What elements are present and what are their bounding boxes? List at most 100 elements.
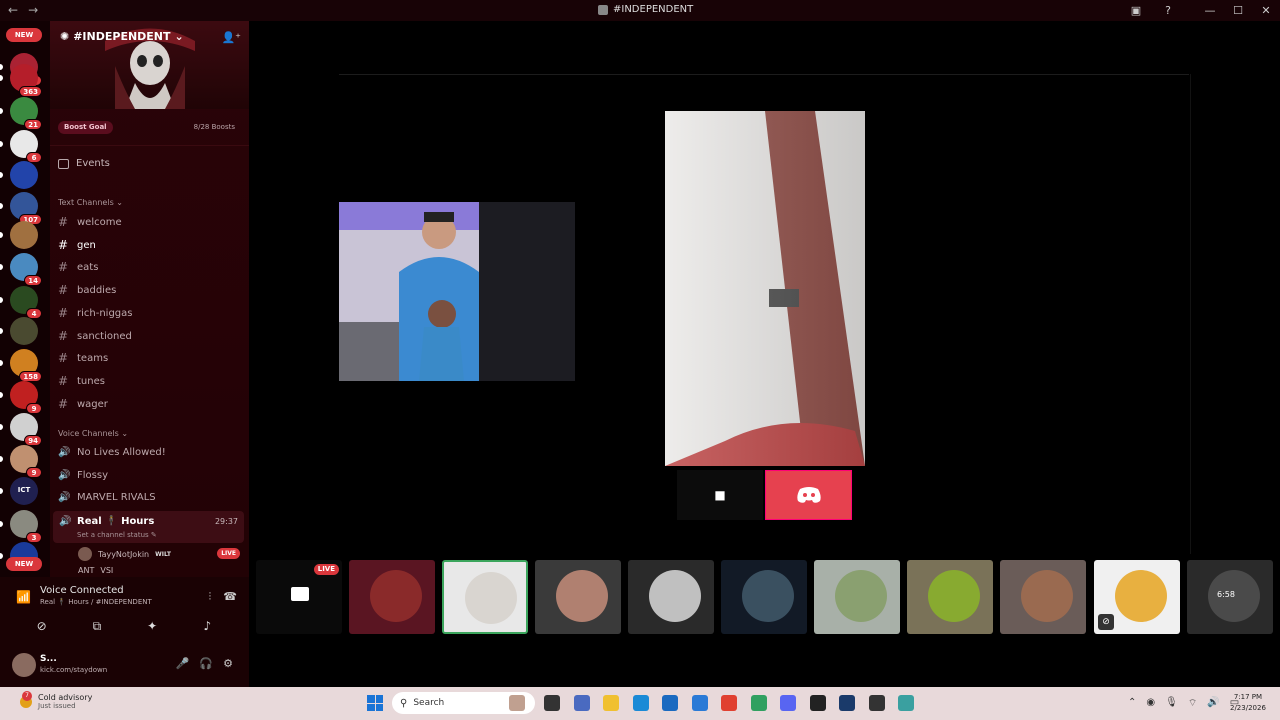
soundboard-button[interactable]: ♪ (187, 615, 227, 637)
server-icon[interactable]: 9 (10, 381, 42, 414)
participant-tile[interactable] (814, 560, 900, 634)
camera-off-button[interactable]: ⊘ (22, 615, 62, 637)
channel-item-tunes[interactable]: # tunes (58, 371, 242, 391)
member-tag: WILT (155, 550, 171, 558)
events-item[interactable]: Events (58, 158, 110, 169)
channel-item-wager[interactable]: # wager (58, 394, 242, 414)
settings-gear-icon[interactable]: ⚙ (223, 657, 233, 670)
voice-channel-item[interactable]: 🔊 Flossy (58, 465, 242, 485)
channel-item-gen[interactable]: # gen (58, 235, 242, 255)
edge-icon[interactable] (633, 695, 649, 711)
outlook-icon[interactable] (692, 695, 708, 711)
invite-people-icon[interactable]: 👤⁺ (221, 31, 241, 44)
discord-logo-button[interactable] (765, 470, 852, 520)
chevron-up-icon[interactable]: ⌃ (1128, 697, 1136, 710)
app-icon[interactable] (810, 695, 826, 711)
voice-member[interactable]: ANT VSI (78, 566, 113, 575)
wifi-icon[interactable]: ⌔ (1188, 697, 1197, 710)
windows-start-icon[interactable] (367, 695, 383, 711)
user-name: S... (40, 654, 57, 664)
activities-button[interactable]: ✦ (132, 615, 172, 637)
live-badge: LIVE (313, 564, 339, 575)
server-icon[interactable]: 158 (10, 349, 42, 382)
volume-icon[interactable]: 🔊 (1207, 697, 1219, 710)
chevron-down-icon: ⌄ (174, 30, 184, 43)
chrome-icon[interactable] (721, 695, 737, 711)
voice-connected-sub[interactable]: Real 🕴 Hours / #INDEPENDENT (40, 598, 152, 606)
record-icon[interactable]: ◉ (1146, 697, 1155, 710)
video-tile-main[interactable] (339, 202, 575, 381)
participant-tile[interactable]: ⊘ (1094, 560, 1180, 634)
maximize-button[interactable]: ☐ (1224, 0, 1252, 21)
close-button[interactable]: ✕ (1252, 0, 1280, 21)
server-icon[interactable]: 107 (10, 192, 42, 225)
screen-share-button[interactable]: ⧉ (77, 615, 117, 637)
notepad-icon[interactable] (898, 695, 914, 711)
participant-tile[interactable] (721, 560, 807, 634)
clock[interactable]: 7:17 PM 2/23/2026 (1230, 692, 1266, 714)
server-icon[interactable]: 4 (10, 286, 42, 319)
channel-status[interactable]: Set a channel status ✎ (77, 531, 157, 539)
participant-tile[interactable] (442, 560, 528, 634)
file-explorer-icon[interactable] (603, 695, 619, 711)
channel-item-rich-niggas[interactable]: # rich-niggas (58, 303, 242, 323)
voice-channels-category[interactable]: Voice Channels ⌄ (58, 429, 128, 438)
active-voice-name: Real 🕴 Hours (77, 516, 155, 527)
channel-item-sanctioned[interactable]: # sanctioned (58, 326, 242, 346)
terminal-icon[interactable] (574, 695, 590, 711)
server-icon[interactable]: 363 (10, 64, 42, 97)
steam-icon[interactable] (839, 695, 855, 711)
app-icon[interactable] (869, 695, 885, 711)
participant-tile[interactable] (907, 560, 993, 634)
task-view-icon[interactable] (544, 695, 560, 711)
server-icon[interactable] (10, 221, 38, 249)
server-icon[interactable]: 94 (10, 413, 42, 446)
text-channels-category[interactable]: Text Channels ⌄ (58, 198, 123, 207)
minimize-button[interactable]: — (1196, 0, 1224, 21)
channel-item-baddies[interactable]: # baddies (58, 280, 242, 300)
live-badge: LIVE (217, 548, 240, 559)
voice-channel-item[interactable]: 🔊 No Lives Allowed! (58, 442, 242, 462)
participant-tile[interactable] (628, 560, 714, 634)
channel-item-teams[interactable]: # teams (58, 348, 242, 368)
disconnect-icon[interactable]: ☎ (223, 590, 237, 604)
headphones-icon[interactable]: 🎧 (199, 657, 213, 670)
noise-suppression-icon[interactable]: ⫶ (209, 590, 212, 604)
voice-member[interactable]: TayyNotJokin WILT LIVE (78, 546, 244, 562)
widget-icon[interactable] (509, 695, 525, 711)
forward-arrow-icon[interactable]: → (28, 3, 38, 17)
mic-icon[interactable]: 🎙 (1165, 697, 1178, 710)
server-icon[interactable]: ICT (10, 477, 38, 505)
server-icon[interactable]: 6 (10, 130, 42, 163)
app-icon[interactable] (751, 695, 767, 711)
server-icon[interactable]: 9 (10, 445, 42, 478)
server-name[interactable]: ✺ #INDEPENDENT ⌄ (60, 30, 184, 43)
server-icon[interactable] (10, 161, 38, 189)
participant-tile[interactable]: 6:58 (1187, 560, 1273, 634)
discord-icon[interactable] (780, 695, 796, 711)
server-icon[interactable] (10, 317, 38, 345)
server-icon[interactable]: 14 (10, 253, 42, 286)
video-tile-secondary[interactable] (665, 111, 865, 466)
camera-toggle-button[interactable]: ■ (677, 470, 763, 520)
participant-tile[interactable]: LIVE (256, 560, 342, 634)
active-voice-channel[interactable]: 🔊 Real 🕴 Hours 29:37 Set a channel statu… (53, 511, 244, 543)
back-arrow-icon[interactable]: ← (8, 3, 18, 17)
boost-row[interactable]: Boost Goal 8/28 Boosts (50, 119, 249, 137)
channel-item-eats[interactable]: # eats (58, 257, 242, 277)
store-icon[interactable] (662, 695, 678, 711)
new-badge-top[interactable]: NEW (6, 28, 42, 42)
server-icon[interactable]: 21 (10, 97, 42, 130)
microphone-icon[interactable]: 🎤 (176, 657, 190, 670)
inbox-icon[interactable]: ▣ (1122, 0, 1150, 21)
channel-item-welcome[interactable]: # welcome (58, 212, 242, 232)
participant-tile[interactable] (349, 560, 435, 634)
new-badge-bottom[interactable]: NEW (6, 557, 42, 571)
participant-tile[interactable] (1000, 560, 1086, 634)
voice-connected-title[interactable]: Voice Connected (40, 585, 124, 596)
help-icon[interactable]: ? (1154, 0, 1182, 21)
avatar[interactable] (12, 653, 36, 677)
voice-channel-item[interactable]: 🔊 MARVEL RIVALS (58, 487, 242, 507)
server-icon[interactable]: 3 (10, 510, 42, 543)
participant-tile[interactable] (535, 560, 621, 634)
